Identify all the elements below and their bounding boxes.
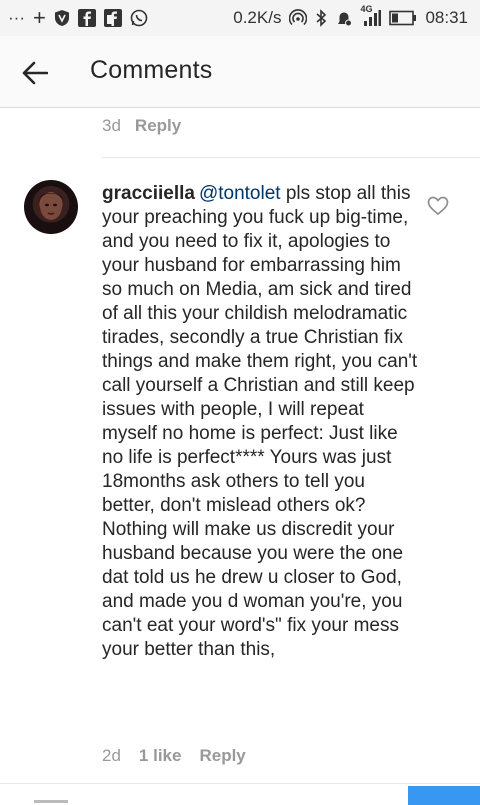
facebook-icon <box>77 9 96 27</box>
arrow-left-icon <box>22 61 48 85</box>
signal-icon: 4G <box>360 4 382 27</box>
comment-message: pls stop all this your preaching you fuc… <box>102 183 418 660</box>
avatar[interactable] <box>24 180 78 234</box>
next-item-edge <box>34 800 68 803</box>
shield-icon <box>54 9 70 27</box>
post-button-edge[interactable] <box>408 786 480 805</box>
previous-comment-reply-button[interactable]: Reply <box>135 116 181 136</box>
comment-username[interactable]: gracciiella <box>102 183 195 204</box>
signal-type-label: 4G <box>360 4 373 14</box>
plus-icon: + <box>32 5 46 30</box>
page-title: Comments <box>90 56 213 84</box>
heart-outline-icon <box>427 196 449 216</box>
more-dots-icon: ··· <box>8 8 25 27</box>
comment-text: gracciiella @tontolet pls stop all this y… <box>102 182 422 662</box>
comment-likes[interactable]: 1 like <box>139 746 182 766</box>
app-bar: Comments <box>0 36 480 108</box>
battery-icon <box>389 10 417 26</box>
status-left: ··· + <box>8 0 148 36</box>
like-button[interactable] <box>427 196 449 218</box>
bottom-divider <box>0 783 480 784</box>
hotspot-icon <box>289 9 308 27</box>
previous-comment-meta: 3d Reply <box>102 116 181 136</box>
comment-meta: 2d 1 like Reply <box>102 746 246 766</box>
comment-mention[interactable]: @tontolet <box>199 183 281 204</box>
bluetooth-icon <box>315 9 327 27</box>
whatsapp-icon <box>130 9 148 27</box>
previous-comment-time: 3d <box>102 116 121 135</box>
avatar-photo <box>38 192 64 220</box>
status-right: 0.2K/s 4G 08:31 <box>233 0 468 36</box>
comment-time: 2d <box>102 746 121 765</box>
alarm-icon <box>335 9 353 27</box>
comment-reply-button[interactable]: Reply <box>199 746 245 766</box>
status-bar: ··· + 0.2K/s 4G 08:31 <box>0 0 480 36</box>
clock: 08:31 <box>425 8 468 27</box>
network-speed: 0.2K/s <box>233 8 282 27</box>
divider <box>102 157 480 158</box>
facebook-messenger-icon <box>103 9 122 27</box>
back-button[interactable] <box>20 58 50 88</box>
